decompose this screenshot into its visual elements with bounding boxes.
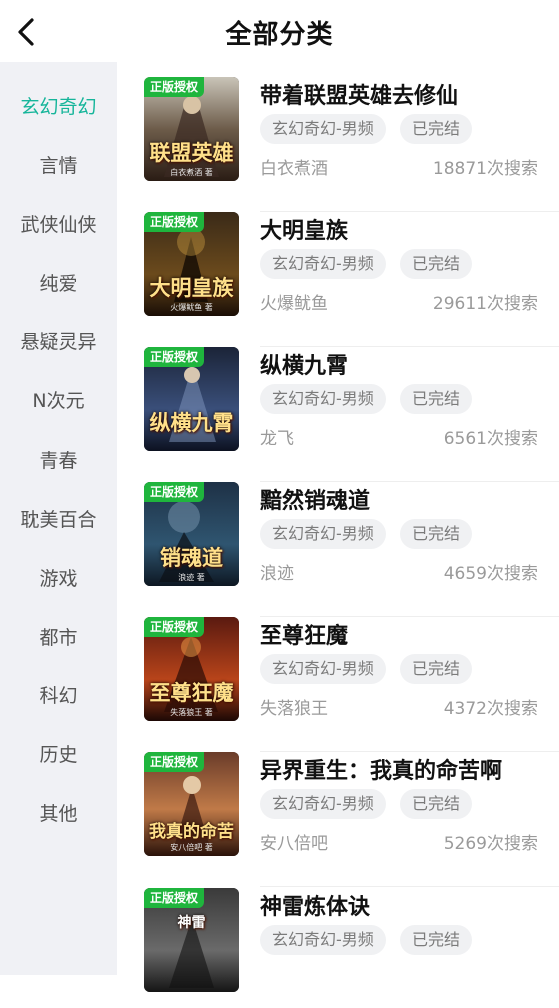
- book-item[interactable]: 正版授权 大明皇族 火爆鱿鱼 著 大明皇族 玄幻奇幻-男频 已完结 火爆鱿鱼 2…: [144, 212, 559, 347]
- book-cover: 正版授权 至尊狂魔 失落狼王 著: [144, 617, 239, 721]
- sidebar-item-youxi[interactable]: 游戏: [0, 559, 117, 599]
- book-title: 神雷炼体诀: [260, 895, 371, 920]
- book-item[interactable]: 正版授权 至尊狂魔 失落狼王 著 至尊狂魔 玄幻奇幻-男频 已完结 失落狼王 4…: [144, 617, 559, 752]
- status-tag: 已完结: [400, 519, 473, 549]
- genre-tag: 玄幻奇幻-男频: [260, 519, 386, 549]
- search-count: 29611次搜索: [432, 294, 538, 314]
- book-item[interactable]: 正版授权 销魂道 浪迹 著 黯然销魂道 玄幻奇幻-男频 已完结 浪迹 4659次…: [144, 482, 559, 617]
- sidebar-item-qita[interactable]: 其他: [0, 794, 117, 834]
- book-title: 异界重生：我真的命苦啊: [260, 759, 503, 784]
- sidebar-item-kehuan[interactable]: 科幻: [0, 676, 117, 716]
- book-item[interactable]: 正版授权 纵横九霄 纵横九霄 玄幻奇幻-男频 已完结 龙飞 6561次搜索: [144, 347, 559, 482]
- book-author: 失落狼王: [260, 699, 328, 719]
- licensed-badge: 正版授权: [144, 347, 205, 367]
- status-tag: 已完结: [400, 789, 473, 819]
- licensed-badge: 正版授权: [144, 482, 205, 502]
- book-item[interactable]: 正版授权 我真的命苦 安八倍吧 著 异界重生：我真的命苦啊 玄幻奇幻-男频 已完…: [144, 752, 559, 887]
- search-count: 6561次搜索: [443, 429, 538, 449]
- search-count: 18871次搜索: [432, 159, 538, 179]
- book-title: 至尊狂魔: [260, 624, 349, 649]
- genre-tag: 玄幻奇幻-男频: [260, 114, 386, 144]
- book-cover: 正版授权 神雷: [144, 888, 239, 992]
- sidebar-item-danmei[interactable]: 耽美百合: [0, 500, 117, 540]
- genre-tag: 玄幻奇幻-男频: [260, 384, 386, 414]
- top-bar: 全部分类: [0, 0, 559, 62]
- book-cover: 正版授权 联盟英雄 白衣煮酒 著: [144, 77, 239, 181]
- cover-author: 失落狼王 著: [170, 708, 213, 717]
- book-cover: 正版授权 纵横九霄: [144, 347, 239, 451]
- status-tag: 已完结: [400, 114, 473, 144]
- cover-title: 大明皇族: [149, 275, 234, 300]
- sidebar-item-lishi[interactable]: 历史: [0, 735, 117, 775]
- book-cover: 正版授权 大明皇族 火爆鱿鱼 著: [144, 212, 239, 316]
- book-item[interactable]: 正版授权 联盟英雄 白衣煮酒 著 带着联盟英雄去修仙 玄幻奇幻-男频 已完结 白…: [144, 77, 559, 212]
- book-author: 浪迹: [260, 564, 294, 584]
- licensed-badge: 正版授权: [144, 77, 205, 97]
- cover-author: 白衣煮酒 著: [170, 168, 213, 177]
- cover-title: 联盟英雄: [149, 140, 234, 165]
- status-tag: 已完结: [400, 925, 473, 955]
- book-cover: 正版授权 销魂道 浪迹 著: [144, 482, 239, 586]
- search-count: 4659次搜索: [443, 564, 538, 584]
- genre-tag: 玄幻奇幻-男频: [260, 789, 386, 819]
- search-count: 5269次搜索: [443, 834, 538, 854]
- book-author: 火爆鱿鱼: [260, 294, 328, 314]
- cover-author: 浪迹 著: [178, 573, 205, 582]
- genre-tag: 玄幻奇幻-男频: [260, 654, 386, 684]
- sidebar-item-xuanyi[interactable]: 悬疑灵异: [0, 322, 117, 362]
- cover-title: 纵横九霄: [149, 410, 234, 435]
- sidebar-item-yanqing[interactable]: 言情: [0, 146, 117, 186]
- genre-tag: 玄幻奇幻-男频: [260, 249, 386, 279]
- sidebar-item-xuanhuan[interactable]: 玄幻奇幻: [0, 87, 117, 127]
- sidebar-item-wuxia[interactable]: 武侠仙侠: [0, 205, 117, 245]
- book-cover: 正版授权 我真的命苦 安八倍吧 著: [144, 752, 239, 856]
- book-author: 安八倍吧: [260, 834, 328, 854]
- book-title: 带着联盟英雄去修仙: [260, 84, 459, 109]
- licensed-badge: 正版授权: [144, 888, 205, 908]
- cover-title: 神雷: [177, 915, 206, 931]
- licensed-badge: 正版授权: [144, 617, 205, 637]
- cover-title: 销魂道: [160, 545, 223, 570]
- sidebar-item-nciyuan[interactable]: N次元: [0, 381, 117, 421]
- sidebar-item-chunai[interactable]: 纯爱: [0, 264, 117, 304]
- genre-tag: 玄幻奇幻-男频: [260, 925, 386, 955]
- status-tag: 已完结: [400, 249, 473, 279]
- status-tag: 已完结: [400, 384, 473, 414]
- sidebar-item-qingchun[interactable]: 青春: [0, 441, 117, 481]
- divider: [260, 886, 559, 887]
- search-count: 4372次搜索: [443, 699, 538, 719]
- category-sidebar: 玄幻奇幻 言情 武侠仙侠 纯爱 悬疑灵异 N次元 青春 耽美百合 游戏 都市 科…: [0, 62, 117, 975]
- book-title: 大明皇族: [260, 219, 349, 244]
- sidebar-item-dushi[interactable]: 都市: [0, 618, 117, 658]
- cover-author: 安八倍吧 著: [170, 843, 213, 852]
- licensed-badge: 正版授权: [144, 752, 205, 772]
- cover-title: 至尊狂魔: [149, 680, 234, 705]
- book-title: 纵横九霄: [260, 354, 349, 379]
- status-tag: 已完结: [400, 654, 473, 684]
- cover-title: 我真的命苦: [149, 822, 234, 842]
- book-item[interactable]: 正版授权 神雷 神雷炼体诀 玄幻奇幻-男频 已完结: [144, 888, 559, 1008]
- page-title: 全部分类: [225, 20, 334, 50]
- book-title: 黯然销魂道: [260, 489, 371, 514]
- book-author: 龙飞: [260, 429, 294, 449]
- book-author: 白衣煮酒: [260, 159, 328, 179]
- cover-author: 火爆鱿鱼 著: [170, 303, 213, 312]
- licensed-badge: 正版授权: [144, 212, 205, 232]
